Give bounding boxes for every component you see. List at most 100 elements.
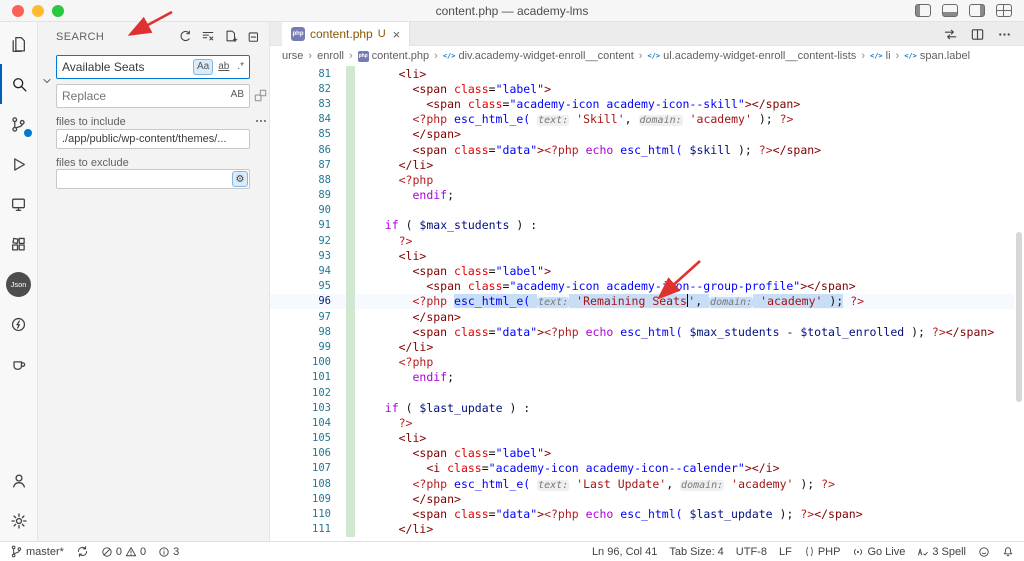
eol-status[interactable]: LF	[779, 546, 792, 558]
sync-status[interactable]	[76, 545, 89, 558]
code-line[interactable]: 81 <li>	[270, 66, 1014, 82]
clear-search-results-icon[interactable]	[201, 29, 215, 43]
toggle-panel-icon[interactable]	[942, 4, 958, 17]
sidebar-item-extensions[interactable]	[0, 224, 38, 264]
code-line[interactable]: 83 <span class="academy-icon academy-ico…	[270, 96, 1014, 112]
code-line[interactable]: 107 <i class="academy-icon academy-icon-…	[270, 460, 1014, 477]
toggle-primary-sidebar-icon[interactable]	[915, 4, 931, 17]
code-line[interactable]: 94 <span class="label">	[270, 263, 1014, 279]
code-line[interactable]: 88 <?php	[270, 172, 1014, 188]
search-details-more-icon[interactable]	[254, 114, 268, 128]
problems-status[interactable]: 0 0	[101, 546, 146, 558]
tab-content-php[interactable]: php content.php U ×	[282, 22, 411, 46]
files-to-exclude-input[interactable]	[56, 169, 250, 189]
preserve-case-icon[interactable]: AB	[228, 88, 247, 102]
breadcrumb-item[interactable]: </> ul.academy-widget-enroll__content-lis…	[647, 50, 856, 62]
split-editor-icon[interactable]	[970, 27, 985, 42]
sidebar-item-search[interactable]	[0, 64, 38, 104]
encoding-status[interactable]: UTF-8	[736, 546, 767, 558]
line-number: 111	[312, 523, 331, 536]
minimize-window-button[interactable]	[32, 5, 44, 17]
search-sidebar: SEARCH Aa ab .* AB	[38, 22, 270, 541]
toggle-secondary-sidebar-icon[interactable]	[969, 4, 985, 17]
files-icon	[12, 36, 25, 52]
code-line[interactable]: 102	[270, 384, 1014, 401]
language-status[interactable]: PHP	[804, 545, 841, 558]
extra-status[interactable]: 3	[158, 546, 179, 558]
sidebar-item-run-debug[interactable]	[0, 144, 38, 184]
line-number: 84	[318, 113, 331, 126]
files-to-include-input[interactable]	[56, 129, 250, 149]
regex-icon[interactable]: .*	[234, 60, 247, 74]
search-icon	[13, 77, 27, 92]
replace-input[interactable]	[56, 84, 250, 108]
line-number: 97	[318, 310, 331, 323]
toggle-replace-chevron-icon[interactable]	[42, 76, 52, 86]
code-line[interactable]: 97 </span>	[270, 309, 1014, 325]
spell-checker-status[interactable]: 3 Spell	[917, 546, 966, 558]
replace-all-icon[interactable]	[253, 88, 268, 103]
breadcrumb-item[interactable]: </> li	[870, 50, 891, 62]
go-live-status[interactable]: Go Live	[852, 546, 905, 558]
code-line[interactable]: 96 <?php esc_html_e( text: 'Remaining Se…	[270, 293, 1014, 309]
code-line[interactable]: 82 <span class="label">	[270, 81, 1014, 97]
branch-status[interactable]: master*	[10, 545, 64, 558]
code-line[interactable]: 109 </span>	[270, 491, 1014, 507]
code-area[interactable]: 81 <li> 82 <span class="label"> 83 <span c…	[270, 66, 1014, 541]
tab-size-status[interactable]: Tab Size: 4	[669, 546, 723, 558]
code-line[interactable]: 100 <?php	[270, 354, 1014, 370]
breadcrumb-item[interactable]: urse	[282, 50, 303, 62]
editor-scrollbar[interactable]	[1016, 232, 1022, 402]
code-line[interactable]: 95 <span class="academy-icon academy-ico…	[270, 278, 1014, 294]
customize-layout-icon[interactable]	[996, 4, 1012, 17]
code-line[interactable]: 110 <span class="data"><?php echo esc_ht…	[270, 506, 1014, 522]
code-line[interactable]: 87 </li>	[270, 157, 1014, 173]
code-line[interactable]: 91 if ( $max_students ) :	[270, 217, 1014, 234]
sidebar-item-source-control[interactable]	[0, 104, 38, 144]
code-line[interactable]: 92 ?>	[270, 233, 1014, 249]
whole-word-icon[interactable]: ab	[215, 60, 232, 74]
use-exclude-settings-icon[interactable]: ⚙	[232, 171, 248, 187]
sidebar-item-remote-explorer[interactable]	[0, 184, 38, 224]
code-line[interactable]: 111 </li>	[270, 521, 1014, 537]
open-changes-icon[interactable]	[943, 27, 958, 42]
code-line[interactable]: 101 endif;	[270, 369, 1014, 385]
code-line[interactable]: 103 if ( $last_update ) :	[270, 400, 1014, 416]
breadcrumb-item[interactable]: </> div.academy-widget-enroll__content	[443, 50, 634, 62]
breadcrumb-item[interactable]: enroll	[317, 50, 344, 62]
code-line[interactable]: 86 <span class="data"><?php echo esc_htm…	[270, 141, 1014, 158]
new-search-editor-icon[interactable]	[224, 29, 238, 43]
cursor-position-status[interactable]: Ln 96, Col 41	[592, 546, 657, 558]
code-line[interactable]: 106 <span class="label">	[270, 445, 1014, 461]
feedback-status[interactable]	[978, 546, 990, 558]
code-line[interactable]: 108 <?php esc_html_e( text: 'Last Update…	[270, 476, 1014, 492]
accounts-button[interactable]	[0, 461, 38, 501]
sidebar-item-thunder-client[interactable]	[0, 304, 38, 344]
more-actions-icon[interactable]	[997, 27, 1012, 42]
code-line[interactable]: 105 <li>	[270, 430, 1014, 446]
code-line[interactable]: 84 <?php esc_html_e( text: 'Skill', doma…	[270, 111, 1014, 127]
git-added-gutter	[346, 96, 355, 112]
code-line[interactable]: 90	[270, 202, 1014, 218]
zoom-window-button[interactable]	[52, 5, 64, 17]
close-window-button[interactable]	[12, 5, 24, 17]
sidebar-item-json-extension[interactable]: Json	[0, 264, 38, 304]
sidebar-item-explorer[interactable]	[0, 24, 38, 64]
code-line[interactable]: 89 endif;	[270, 187, 1014, 203]
code-line[interactable]: 98 <span class="data"><?php echo esc_htm…	[270, 324, 1014, 340]
close-tab-icon[interactable]: ×	[393, 27, 401, 42]
language-label: PHP	[817, 545, 841, 558]
code-line[interactable]: 104 ?>	[270, 415, 1014, 431]
breadcrumb-item[interactable]: </> span.label	[904, 50, 970, 62]
collapse-all-icon[interactable]	[247, 29, 261, 43]
breadcrumb-item[interactable]: php content.php	[357, 50, 429, 62]
thunder-client-icon	[11, 317, 26, 331]
code-line[interactable]: 99 </li>	[270, 339, 1014, 355]
notifications-status[interactable]	[1002, 546, 1014, 558]
settings-button[interactable]	[0, 501, 38, 541]
code-line[interactable]: 93 <li>	[270, 248, 1014, 264]
refresh-icon[interactable]	[178, 29, 192, 43]
match-case-icon[interactable]: Aa	[192, 59, 214, 75]
sidebar-item-cup-extension[interactable]	[0, 344, 38, 384]
code-line[interactable]: 85 </span>	[270, 126, 1014, 142]
